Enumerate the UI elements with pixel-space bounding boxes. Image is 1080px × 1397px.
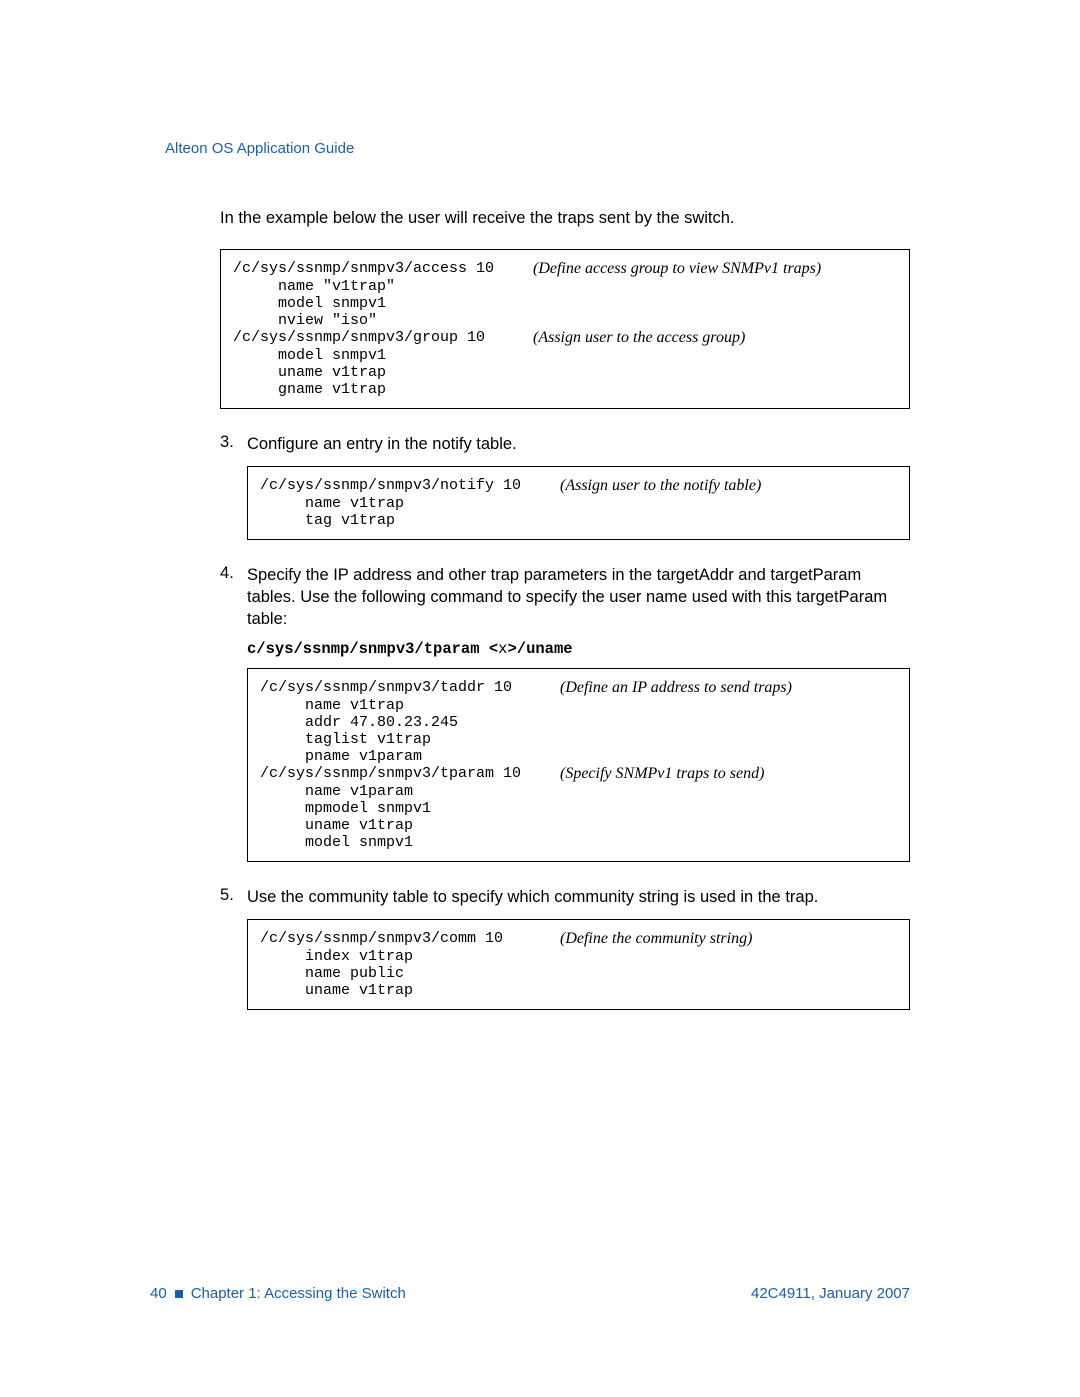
code-cmd: /c/sys/ssnmp/snmpv3/group 10	[233, 329, 533, 347]
step-3: Configure an entry in the notify table. …	[220, 433, 910, 539]
code-cmd: name v1trap	[260, 495, 560, 512]
step-text: Use the community table to specify which…	[247, 886, 910, 908]
bold-command: c/sys/ssnmp/snmpv3/tparam <x>/uname	[247, 640, 910, 658]
code-cmd: model snmpv1	[233, 295, 533, 312]
page: Alteon OS Application Guide In the examp…	[0, 0, 1080, 1397]
intro-text: In the example below the user will recei…	[220, 207, 910, 229]
code-note: (Assign user to the notify table)	[560, 477, 761, 495]
code-note: (Define an IP address to send traps)	[560, 679, 792, 697]
code-cmd: uname v1trap	[260, 982, 560, 999]
code-cmd: name v1trap	[260, 697, 560, 714]
code-box-1: /c/sys/ssnmp/snmpv3/access 10(Define acc…	[220, 249, 910, 409]
code-cmd: uname v1trap	[260, 817, 560, 834]
step-text: Configure an entry in the notify table.	[247, 433, 910, 455]
step-5: Use the community table to specify which…	[220, 886, 910, 1009]
code-cmd: /c/sys/ssnmp/snmpv3/taddr 10	[260, 679, 560, 697]
step-text: Specify the IP address and other trap pa…	[247, 564, 910, 631]
code-cmd: tag v1trap	[260, 512, 560, 529]
code-cmd: gname v1trap	[233, 381, 533, 398]
step-4: Specify the IP address and other trap pa…	[220, 564, 910, 863]
code-cmd: model snmpv1	[260, 834, 560, 851]
code-cmd: mpmodel snmpv1	[260, 800, 560, 817]
code-cmd: /c/sys/ssnmp/snmpv3/comm 10	[260, 930, 560, 948]
code-cmd: model snmpv1	[233, 347, 533, 364]
doc-id: 42C4911, January 2007	[751, 1285, 910, 1302]
code-box-4: /c/sys/ssnmp/snmpv3/comm 10(Define the c…	[247, 919, 910, 1010]
code-note: (Assign user to the access group)	[533, 329, 745, 347]
code-box-3: /c/sys/ssnmp/snmpv3/taddr 10(Define an I…	[247, 668, 910, 862]
code-cmd: taglist v1trap	[260, 731, 560, 748]
code-note: (Define access group to view SNMPv1 trap…	[533, 260, 821, 278]
code-note: (Specify SNMPv1 traps to send)	[560, 765, 764, 783]
code-cmd: name "v1trap"	[233, 278, 533, 295]
code-note: (Define the community string)	[560, 930, 752, 948]
code-cmd: nview "iso"	[233, 312, 533, 329]
code-cmd: addr 47.80.23.245	[260, 714, 560, 731]
code-cmd: /c/sys/ssnmp/snmpv3/access 10	[233, 260, 533, 278]
main-content: In the example below the user will recei…	[165, 207, 910, 1010]
chapter-label: Chapter 1: Accessing the Switch	[191, 1285, 406, 1302]
page-number: 40	[150, 1285, 167, 1302]
code-cmd: name v1param	[260, 783, 560, 800]
footer-left: 40 Chapter 1: Accessing the Switch	[150, 1285, 406, 1302]
step-list: Configure an entry in the notify table. …	[220, 433, 910, 1009]
code-box-2: /c/sys/ssnmp/snmpv3/notify 10(Assign use…	[247, 466, 910, 540]
square-bullet-icon	[175, 1290, 183, 1298]
page-footer: 40 Chapter 1: Accessing the Switch 42C49…	[150, 1285, 910, 1302]
code-cmd: uname v1trap	[233, 364, 533, 381]
code-cmd: /c/sys/ssnmp/snmpv3/notify 10	[260, 477, 560, 495]
code-cmd: pname v1param	[260, 748, 560, 765]
code-cmd: index v1trap	[260, 948, 560, 965]
code-cmd: name public	[260, 965, 560, 982]
code-cmd: /c/sys/ssnmp/snmpv3/tparam 10	[260, 765, 560, 783]
doc-header: Alteon OS Application Guide	[165, 140, 910, 157]
